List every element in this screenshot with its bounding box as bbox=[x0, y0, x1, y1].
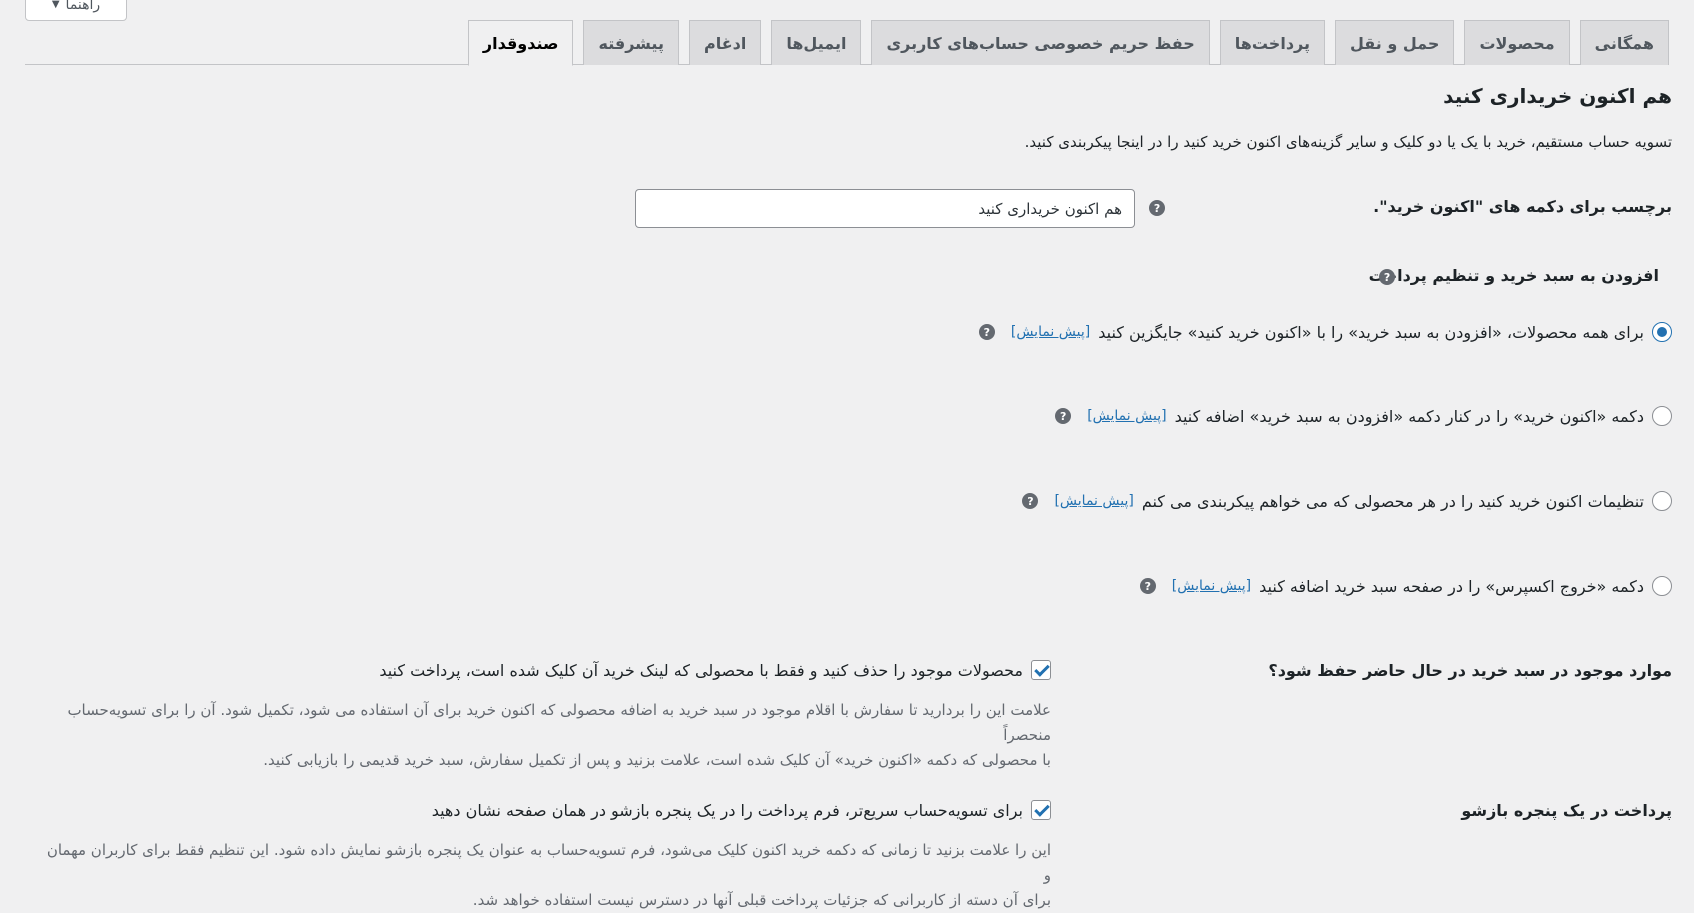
preview-link[interactable]: [پیش نمایش] bbox=[1054, 493, 1133, 509]
section-description: تسویه حساب مستقیم، خرید با یک یا دو کلیک… bbox=[1024, 133, 1672, 151]
section-title: هم اکنون خریداری کنید bbox=[1443, 84, 1672, 108]
radio-button[interactable] bbox=[1652, 576, 1672, 596]
help-text-line: علامت این را بردارید تا سفارش با اقلام م… bbox=[67, 701, 1051, 744]
popup-checkout-help-text: این را علامت بزنید تا زمانی که دکمه خرید… bbox=[41, 838, 1051, 913]
preview-link[interactable]: [پیش نمایش] bbox=[1172, 578, 1251, 594]
keep-cart-help-text: علامت این را بردارید تا سفارش با اقلام م… bbox=[41, 698, 1051, 773]
radio-button[interactable] bbox=[1652, 322, 1672, 342]
help-text-line: برای آن دسته از کاربرانی که جزئیات پرداخ… bbox=[472, 891, 1051, 909]
radio-option-per-product[interactable]: تنظیمات اکنون خرید کنید را در هر محصولی … bbox=[1022, 491, 1672, 511]
tab-cashier[interactable]: صندوقدار bbox=[467, 20, 574, 66]
help-tip-icon[interactable]: ? bbox=[1379, 269, 1395, 285]
help-tip-icon[interactable]: ? bbox=[1022, 493, 1039, 509]
radio-option-replace[interactable]: برای همه محصولات، «افزودن به سبد خرید» ر… bbox=[978, 322, 1672, 342]
tab-integration[interactable]: ادغام bbox=[688, 20, 762, 65]
radio-option-text: دکمه «اکنون خرید» را در کنار دکمه «افزود… bbox=[1174, 406, 1644, 426]
popup-checkout-setting-label: پرداخت در یک پنجره بازشو bbox=[1461, 801, 1672, 820]
checkbox-label: محصولات موجود را حذف کنید و فقط با محصول… bbox=[379, 660, 1023, 680]
button-label-field-label: برچسب برای دکمه های "اکنون خرید". bbox=[1373, 197, 1672, 216]
button-label-input[interactable] bbox=[635, 189, 1135, 228]
tab-accounts-privacy[interactable]: حفظ حریم خصوصی حساب‌های کاربری bbox=[871, 20, 1210, 65]
radio-option-express-checkout[interactable]: دکمه «خروج اکسپرس» را در صفحه سبد خرید ا… bbox=[1139, 576, 1672, 596]
help-tip-icon[interactable]: ? bbox=[978, 324, 995, 340]
settings-tabs: همگانی محصولات حمل و نقل پرداخت‌ها حفظ ح… bbox=[25, 20, 1669, 66]
tab-payments[interactable]: پرداخت‌ها bbox=[1219, 20, 1325, 65]
cart-checkout-setting-label: افزودن به سبد خرید و تنظیم پرداخت bbox=[1368, 266, 1659, 285]
help-text-line: با محصولی که دکمه «اکنون خرید» آن کلیک ش… bbox=[263, 751, 1051, 769]
tab-emails[interactable]: ایمیل‌ها bbox=[771, 20, 862, 65]
tab-general[interactable]: همگانی bbox=[1579, 20, 1669, 65]
help-tip-icon[interactable]: ? bbox=[1149, 200, 1165, 216]
tab-advanced[interactable]: پیشرفته bbox=[583, 20, 679, 65]
checkbox-label: برای تسویه‌حساب سریع‌تر، فرم پرداخت را د… bbox=[431, 800, 1023, 820]
keep-cart-setting-label: موارد موجود در سبد خرید در حال حاضر حفظ … bbox=[1268, 661, 1672, 680]
popup-checkout-checkbox-row[interactable]: برای تسویه‌حساب سریع‌تر، فرم پرداخت را د… bbox=[432, 800, 1051, 820]
radio-option-text: تنظیمات اکنون خرید کنید را در هر محصولی … bbox=[1141, 491, 1644, 511]
checkbox[interactable] bbox=[1031, 800, 1051, 820]
help-text-line: این را علامت بزنید تا زمانی که دکمه خرید… bbox=[46, 841, 1051, 884]
caret-down-icon: ▼ bbox=[51, 0, 60, 10]
help-dropdown-button[interactable]: راهنما ▼ bbox=[25, 0, 127, 21]
checkbox[interactable] bbox=[1031, 660, 1051, 680]
radio-option-text: برای همه محصولات، «افزودن به سبد خرید» ر… bbox=[1098, 322, 1644, 342]
tab-products[interactable]: محصولات bbox=[1464, 20, 1570, 65]
radio-option-add-beside[interactable]: دکمه «اکنون خرید» را در کنار دکمه «افزود… bbox=[1055, 406, 1672, 426]
radio-option-text: دکمه «خروج اکسپرس» را در صفحه سبد خرید ا… bbox=[1259, 576, 1644, 596]
help-tip-icon[interactable]: ? bbox=[1139, 578, 1156, 594]
preview-link[interactable]: [پیش نمایش] bbox=[1011, 324, 1090, 340]
tab-shipping[interactable]: حمل و نقل bbox=[1335, 20, 1455, 65]
keep-cart-checkbox-row[interactable]: محصولات موجود را حذف کنید و فقط با محصول… bbox=[379, 660, 1051, 680]
help-button-label: راهنما bbox=[65, 0, 101, 13]
preview-link[interactable]: [پیش نمایش] bbox=[1087, 408, 1166, 424]
radio-button[interactable] bbox=[1652, 491, 1672, 511]
radio-button[interactable] bbox=[1652, 406, 1672, 426]
help-tip-icon[interactable]: ? bbox=[1055, 408, 1072, 424]
